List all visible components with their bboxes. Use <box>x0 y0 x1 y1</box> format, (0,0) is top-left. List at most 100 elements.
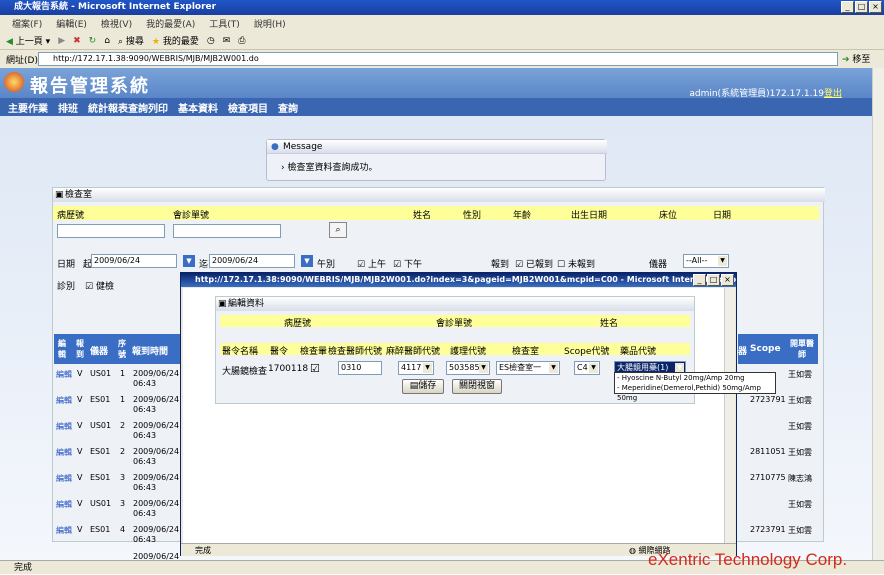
exam-checkbox[interactable]: ☑ <box>310 362 320 375</box>
shift-label: 午別 <box>317 260 336 270</box>
home-icon[interactable]: ⌂ <box>104 36 110 46</box>
drug-dropdown-list: - Hyoscine N-Butyl 20mg/Amp 20mg - Meper… <box>614 372 776 402</box>
col-edit: 編輯 <box>58 339 66 359</box>
row-edit-link[interactable]: 編輯 <box>56 421 72 432</box>
nav-query[interactable]: 查詢 <box>278 100 298 115</box>
col-scope: Scope <box>750 344 781 354</box>
search-button[interactable]: ⌕ 搜尋 <box>118 34 144 47</box>
diag-label: 診別 <box>57 282 76 292</box>
row-edit-link[interactable]: 編輯 <box>56 447 72 458</box>
row-seq: 2 <box>120 421 126 430</box>
logo-icon <box>4 72 24 92</box>
col-exam-doctor: 檢查醫師代號 <box>328 347 383 357</box>
edit-header-name: 姓名 <box>600 319 619 329</box>
row-doctor: 陳志鴻 <box>788 474 812 483</box>
row-date: 2009/06/24 <box>133 525 180 534</box>
pm-checkbox[interactable]: ☑ 下午 <box>393 257 422 270</box>
header-sex: 性別 <box>463 211 482 221</box>
nav-basic[interactable]: 基本資料 <box>178 100 218 115</box>
row-date: 2009/06/24 <box>133 447 180 456</box>
save-button[interactable]: ▤儲存 <box>402 379 444 394</box>
row-report-flag: V <box>77 473 83 482</box>
date-from-input[interactable]: 2009/06/24 <box>91 254 177 268</box>
calendar-from-icon[interactable]: ▼ <box>183 255 195 267</box>
row-edit-link[interactable]: 編輯 <box>56 499 72 510</box>
row-report-flag: V <box>77 447 83 456</box>
minimize-button[interactable]: _ <box>841 1 854 13</box>
popup-close-button[interactable]: × <box>721 274 734 286</box>
edit-top-header: 病歷號 會診單號 姓名 <box>220 315 690 329</box>
popup-scrollbar[interactable] <box>724 288 735 543</box>
drug-option-2[interactable]: - Meperidine(Demerol,Pethid) 50mg/Amp 50… <box>617 383 775 403</box>
not-reported-checkbox[interactable]: ☐ 未報到 <box>557 257 595 270</box>
nav-exam-items[interactable]: 檢查項目 <box>228 100 268 115</box>
room-select[interactable]: ES檢查室一 <box>496 361 560 375</box>
mail-icon[interactable]: ✉ <box>223 36 231 46</box>
menu-bar: 檔案(F) 編輯(E) 檢視(V) 我的最愛(A) 工具(T) 說明(H) <box>0 15 884 32</box>
popup-window-controls: _ □ × <box>693 274 734 286</box>
menu-view[interactable]: 檢視(V) <box>101 17 132 30</box>
am-checkbox[interactable]: ☑ 上午 <box>357 257 386 270</box>
row-report-flag: V <box>77 499 83 508</box>
nurse-select[interactable]: 503585 <box>446 361 490 375</box>
reported-checkbox[interactable]: ☑ 已報到 <box>515 257 553 270</box>
address-input[interactable]: http://172.17.1.38:9090/WEBRIS/MJB/MJB2W… <box>38 52 838 66</box>
favorites-button[interactable]: ★ 我的最愛 <box>152 34 199 47</box>
row-time: 06:43 <box>133 379 157 388</box>
row-edit-link[interactable]: 編輯 <box>56 473 72 484</box>
go-button[interactable]: ➔ 移至 <box>842 52 870 65</box>
date-to-input[interactable]: 2009/06/24 <box>209 254 295 268</box>
back-button[interactable]: ◀ 上一頁 ▾ <box>6 34 50 47</box>
date-to-prefix: 迄 <box>199 260 209 270</box>
nav-reports[interactable]: 統計報表查詢列印 <box>88 100 168 115</box>
nav-schedule[interactable]: 排班 <box>58 100 78 115</box>
page-scrollbar[interactable] <box>872 68 884 560</box>
row-date: 2009/06/24 <box>133 421 180 430</box>
menu-favorites[interactable]: 我的最愛(A) <box>146 17 195 30</box>
row-edit-link[interactable]: 編輯 <box>56 369 72 380</box>
consult-no-input[interactable] <box>173 224 281 238</box>
edit-header-consult: 會診單號 <box>436 319 473 329</box>
col-exam-flag: 檢查暈 <box>300 347 328 357</box>
col-report-time: 報到時間 <box>132 347 169 357</box>
panel-title: ▣ 檢查室 <box>53 188 825 202</box>
address-label: 網址(D) <box>6 56 38 66</box>
search-icon[interactable]: ⌕ <box>329 222 347 238</box>
maximize-button[interactable]: □ <box>855 1 868 13</box>
popup-maximize-button[interactable]: □ <box>707 274 720 286</box>
close-window-button[interactable]: 關閉視窗 <box>452 379 502 394</box>
popup-title-bar: http://172.17.1.38:9090/WEBRIS/MJB/MJB2W… <box>181 273 736 287</box>
menu-edit[interactable]: 編輯(E) <box>56 17 87 30</box>
star-icon: ★ <box>151 37 160 47</box>
menu-tools[interactable]: 工具(T) <box>209 17 240 30</box>
print-icon[interactable]: ⎙ <box>238 36 245 46</box>
row-seq: 1 <box>120 395 126 404</box>
row-edit-link[interactable]: 編輯 <box>56 395 72 406</box>
col-device: 儀器 <box>90 347 109 357</box>
window-controls: _ □ × <box>841 1 882 13</box>
close-button[interactable]: × <box>869 1 882 13</box>
history-icon[interactable]: ◷ <box>207 36 215 46</box>
popup-minimize-button[interactable]: _ <box>693 274 706 286</box>
edit-header-chart: 病歷號 <box>284 319 312 329</box>
anesth-select[interactable]: 4117 <box>398 361 434 375</box>
patient-header-row: 病歷號 會診單號 姓名 性別 年齡 出生日期 床位 日期 <box>53 206 819 221</box>
menu-help[interactable]: 說明(H) <box>254 17 286 30</box>
edit-panel-title: ▣ 編輯資料 <box>216 297 694 311</box>
row-seq: 2 <box>120 447 126 456</box>
chart-no-input[interactable] <box>57 224 165 238</box>
row-edit-link[interactable]: 編輯 <box>56 525 72 536</box>
device-select[interactable]: --All-- <box>683 254 729 268</box>
scope-select[interactable]: C4 <box>574 361 600 375</box>
calendar-to-icon[interactable]: ▼ <box>301 255 313 267</box>
forward-icon[interactable]: ▶ <box>58 36 65 46</box>
nav-main[interactable]: 主要作業 <box>8 100 48 115</box>
health-checkbox[interactable]: ☑ 健檢 <box>85 279 114 292</box>
device-label: 儀器 <box>649 260 668 270</box>
report-label: 報到 <box>491 260 510 270</box>
menu-file[interactable]: 檔案(F) <box>12 17 42 30</box>
refresh-icon[interactable]: ↻ <box>89 36 97 46</box>
exam-doctor-input[interactable]: 0310 <box>338 361 382 375</box>
drug-option-1[interactable]: - Hyoscine N-Butyl 20mg/Amp 20mg <box>617 373 775 383</box>
stop-icon[interactable]: ✖ <box>73 36 81 46</box>
